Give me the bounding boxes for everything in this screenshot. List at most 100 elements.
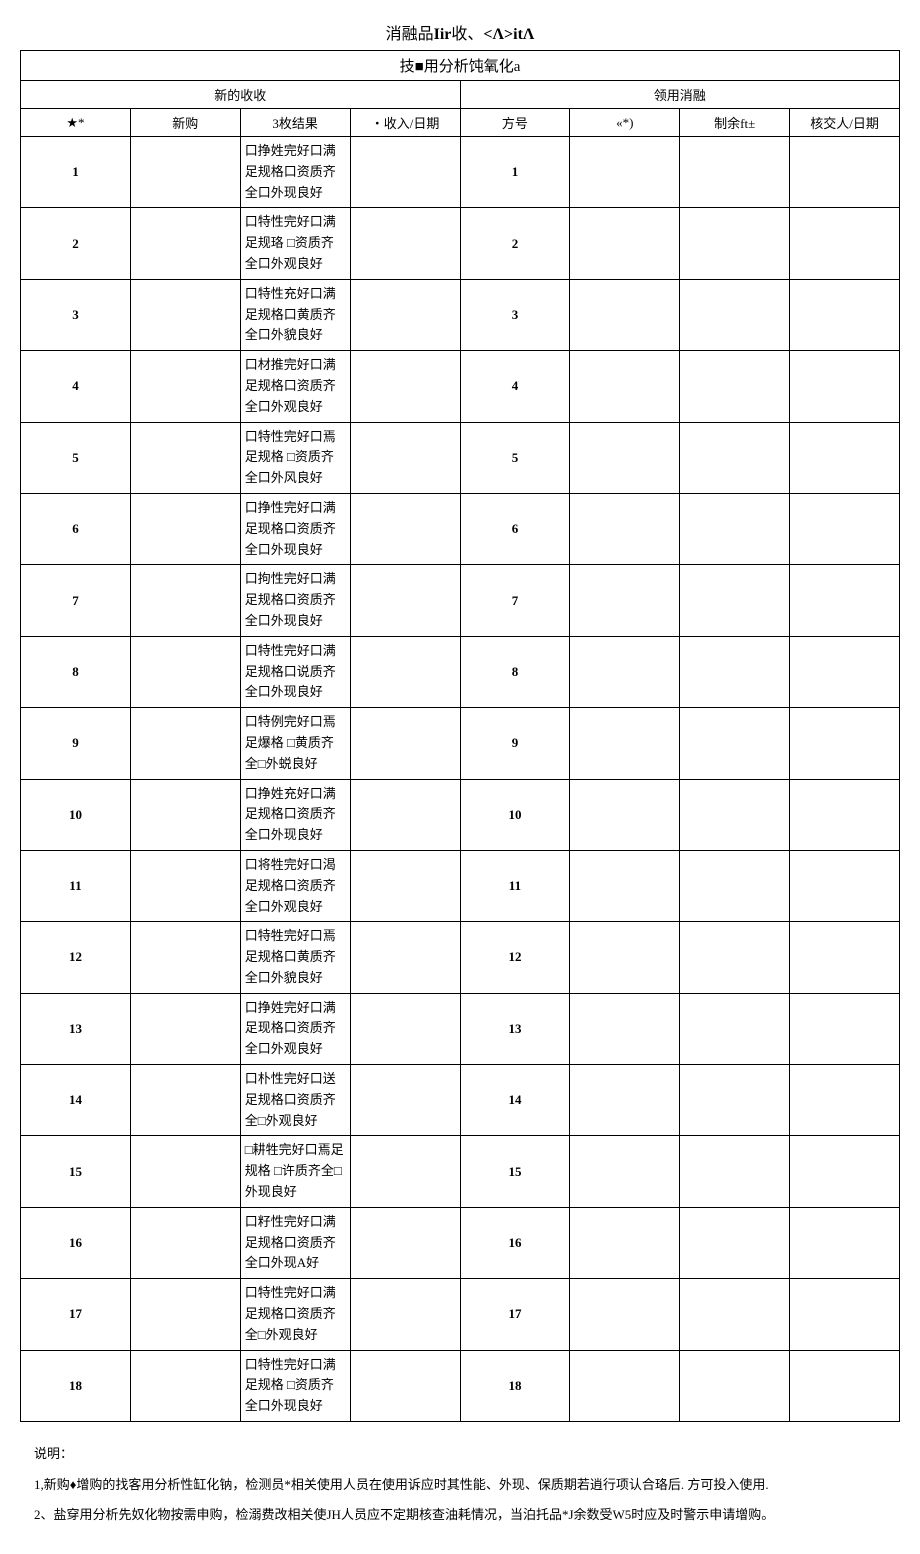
cell-date-in[interactable] — [350, 922, 460, 993]
cell-sign[interactable] — [790, 351, 900, 422]
cell-new[interactable] — [130, 708, 240, 779]
cell-date-in[interactable] — [350, 422, 460, 493]
row-seq-left: 5 — [21, 422, 131, 493]
cell-date-in[interactable] — [350, 779, 460, 850]
cell-date-in[interactable] — [350, 137, 460, 208]
cell-new[interactable] — [130, 565, 240, 636]
cell-sign[interactable] — [790, 1350, 900, 1421]
cell-qty[interactable] — [570, 1279, 680, 1350]
cell-remain[interactable] — [680, 779, 790, 850]
cell-remain[interactable] — [680, 1065, 790, 1136]
cell-date-in[interactable] — [350, 279, 460, 350]
cell-qty[interactable] — [570, 1350, 680, 1421]
cell-date-in[interactable] — [350, 1207, 460, 1278]
cell-sign[interactable] — [790, 493, 900, 564]
cell-sign[interactable] — [790, 922, 900, 993]
cell-date-in[interactable] — [350, 1350, 460, 1421]
cell-qty[interactable] — [570, 850, 680, 921]
cell-qty[interactable] — [570, 208, 680, 279]
cell-remain[interactable] — [680, 351, 790, 422]
note-2: 2、盐穿用分析先奴化物按需申购，检溺费改相关使JH人员应不定期核查油耗情况，当泊… — [34, 1503, 886, 1528]
subtitle-rest: 用分析饨氧化a — [424, 59, 521, 75]
cell-remain[interactable] — [680, 1207, 790, 1278]
cell-date-in[interactable] — [350, 493, 460, 564]
cell-sign[interactable] — [790, 208, 900, 279]
cell-sign[interactable] — [790, 422, 900, 493]
cell-qty[interactable] — [570, 279, 680, 350]
cell-remain[interactable] — [680, 493, 790, 564]
cell-new[interactable] — [130, 1350, 240, 1421]
cell-remain[interactable] — [680, 636, 790, 707]
cell-new[interactable] — [130, 137, 240, 208]
cell-qty[interactable] — [570, 565, 680, 636]
cell-qty[interactable] — [570, 1065, 680, 1136]
cell-sign[interactable] — [790, 137, 900, 208]
cell-qty[interactable] — [570, 708, 680, 779]
cell-new[interactable] — [130, 636, 240, 707]
cell-remain[interactable] — [680, 137, 790, 208]
cell-new[interactable] — [130, 993, 240, 1064]
row-seq-left: 11 — [21, 850, 131, 921]
cell-date-in[interactable] — [350, 708, 460, 779]
cell-qty[interactable] — [570, 351, 680, 422]
cell-new[interactable] — [130, 1065, 240, 1136]
cell-new[interactable] — [130, 422, 240, 493]
row-seq-left: 1 — [21, 137, 131, 208]
cell-date-in[interactable] — [350, 1279, 460, 1350]
cell-remain[interactable] — [680, 279, 790, 350]
cell-sign[interactable] — [790, 708, 900, 779]
cell-date-in[interactable] — [350, 1065, 460, 1136]
cell-qty[interactable] — [570, 493, 680, 564]
cell-new[interactable] — [130, 1279, 240, 1350]
cell-new[interactable] — [130, 279, 240, 350]
cell-sign[interactable] — [790, 279, 900, 350]
cell-new[interactable] — [130, 1207, 240, 1278]
cell-remain[interactable] — [680, 422, 790, 493]
cell-remain[interactable] — [680, 993, 790, 1064]
cell-qty[interactable] — [570, 636, 680, 707]
cell-sign[interactable] — [790, 636, 900, 707]
cell-date-in[interactable] — [350, 850, 460, 921]
cell-sign[interactable] — [790, 993, 900, 1064]
cell-new[interactable] — [130, 208, 240, 279]
cell-qty[interactable] — [570, 1207, 680, 1278]
cell-date-in[interactable] — [350, 565, 460, 636]
cell-remain[interactable] — [680, 708, 790, 779]
cell-remain[interactable] — [680, 1350, 790, 1421]
cell-qty[interactable] — [570, 1136, 680, 1207]
cell-new[interactable] — [130, 850, 240, 921]
col-date-in: ・收入/日期 — [350, 109, 460, 137]
cell-date-in[interactable] — [350, 636, 460, 707]
cell-remain[interactable] — [680, 850, 790, 921]
cell-remain[interactable] — [680, 1279, 790, 1350]
cell-sign[interactable] — [790, 850, 900, 921]
cell-qty[interactable] — [570, 137, 680, 208]
cell-new[interactable] — [130, 351, 240, 422]
section-header-right: 领用消融 — [460, 81, 900, 109]
cell-result: 口特例完好口焉足爆格 □黄质齐全□外蜕良好 — [240, 708, 350, 779]
cell-date-in[interactable] — [350, 351, 460, 422]
cell-date-in[interactable] — [350, 208, 460, 279]
cell-new[interactable] — [130, 922, 240, 993]
cell-date-in[interactable] — [350, 1136, 460, 1207]
table-row: 8口特性完好口满足规格口说质齐全口外现良好8 — [21, 636, 900, 707]
cell-qty[interactable] — [570, 922, 680, 993]
cell-sign[interactable] — [790, 1279, 900, 1350]
cell-qty[interactable] — [570, 779, 680, 850]
cell-sign[interactable] — [790, 1136, 900, 1207]
cell-new[interactable] — [130, 1136, 240, 1207]
cell-new[interactable] — [130, 779, 240, 850]
table-row: 5口特性完好口焉足规格 □资质齐全口外风良好5 — [21, 422, 900, 493]
cell-remain[interactable] — [680, 1136, 790, 1207]
cell-sign[interactable] — [790, 1065, 900, 1136]
cell-qty[interactable] — [570, 422, 680, 493]
cell-sign[interactable] — [790, 1207, 900, 1278]
cell-qty[interactable] — [570, 993, 680, 1064]
cell-sign[interactable] — [790, 565, 900, 636]
cell-sign[interactable] — [790, 779, 900, 850]
cell-remain[interactable] — [680, 565, 790, 636]
cell-remain[interactable] — [680, 208, 790, 279]
cell-new[interactable] — [130, 493, 240, 564]
cell-remain[interactable] — [680, 922, 790, 993]
cell-date-in[interactable] — [350, 993, 460, 1064]
